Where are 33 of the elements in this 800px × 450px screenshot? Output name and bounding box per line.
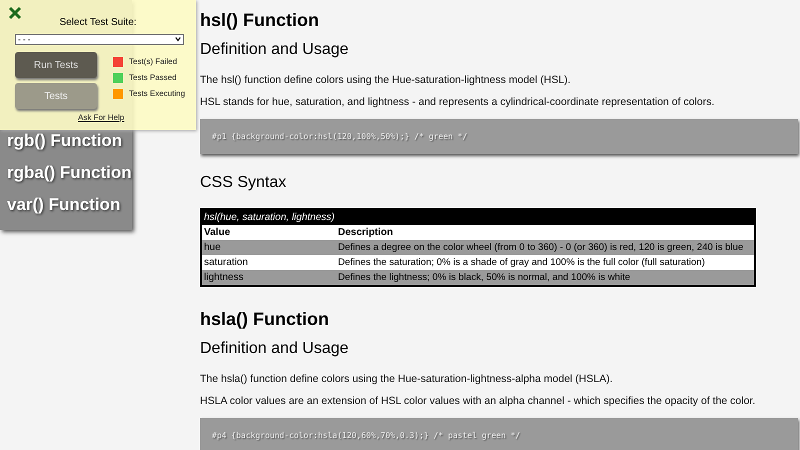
suite-label: Select Test Suite: [59, 17, 137, 29]
subheading: CSS Syntax [200, 173, 288, 193]
paragraph: HSLA color values are an extension of HSL color values with an alpha channel - which specifies the opacity of the color. [200, 394, 756, 408]
table-caption: hsl(hue, saturation, lightness) [202, 210, 754, 225]
table-cell-text: Defines a degree on the color wheel (from 0 to 360) - 0 (or 360) is red, 120 is green, 240 is blue [338, 241, 744, 255]
code-block: #p4 {background-color:hsla(120,60%,70%,0.3);} /* pastel green */ [200, 418, 798, 450]
paragraph: The hsl() function define colors using the Hue-saturation-lightness model (HSL). [200, 73, 572, 87]
suite-select[interactable]: - - - [15, 34, 184, 45]
chevron-icon [175, 36, 181, 42]
sidebar-link[interactable]: rgb() Function [7, 130, 132, 152]
table-cell-text: Defines the lightness; 0% is black, 50% is normal, and 100% is white [338, 271, 632, 285]
column-header: Description [338, 226, 394, 240]
legend-label: Tests Passed [129, 72, 177, 83]
paragraph: HSL stands for hue, saturation, and lightness - and represents a cylindrical-coordinate representation of colors. [200, 95, 716, 109]
subheading: Definition and Usage [200, 339, 350, 359]
help-link[interactable]: Ask For Help [78, 113, 124, 123]
legend-label: Tests Executing [129, 88, 186, 99]
legend-label: Test(s) Failed [129, 56, 178, 67]
code-block: #p1 {background-color:hsl(120,100%,50%);} /* green */ [200, 119, 798, 154]
close-icon[interactable] [8, 6, 22, 20]
run-tests-button[interactable]: Run Tests [15, 52, 97, 78]
tests-button[interactable]: Tests [15, 83, 97, 109]
section-heading: hsl() Function [200, 9, 320, 32]
table-cell-text: lightness [203, 271, 244, 285]
table-cell-text: hue [203, 241, 222, 255]
subheading: Definition and Usage [200, 40, 350, 60]
section-heading: hsla() Function [200, 308, 330, 331]
column-header: Value [203, 226, 232, 240]
table-cell-text: Defines the saturation; 0% is a shade of gray and 100% is the full color (full saturation) [338, 256, 706, 270]
sidebar-link[interactable]: var() Function [7, 194, 132, 216]
sidebar-link[interactable]: rgba() Function [7, 162, 132, 184]
table-cell-text: saturation [203, 256, 249, 270]
paragraph: The hsla() function define colors using the Hue-saturation-lightness-alpha model (HSLA). [200, 372, 614, 386]
